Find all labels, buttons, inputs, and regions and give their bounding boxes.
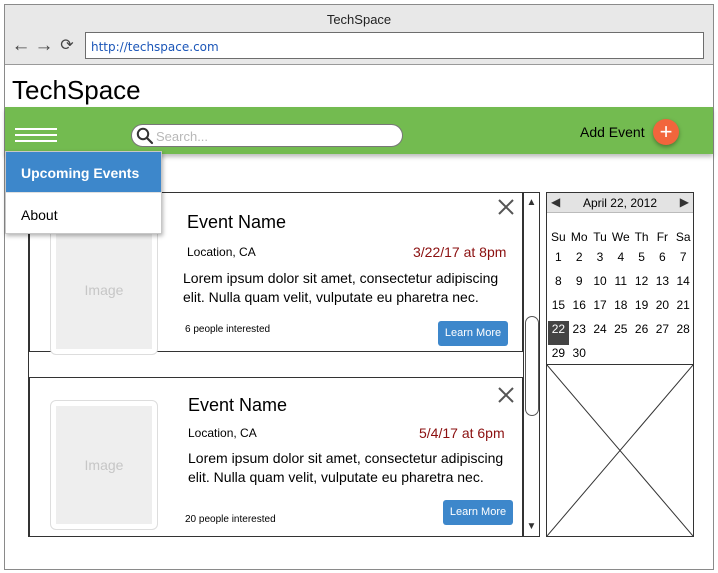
event-location: Location, CA: [188, 426, 257, 440]
calendar-title: April 22, 2012: [582, 196, 658, 210]
calendar-day[interactable]: 3: [590, 249, 611, 273]
calendar-day[interactable]: 25: [610, 321, 631, 345]
interested-count: 20 people interested: [185, 514, 276, 525]
event-date: 5/4/17 at 6pm: [419, 425, 505, 441]
calendar-day[interactable]: 11: [610, 273, 631, 297]
calendar-day[interactable]: 20: [652, 297, 673, 321]
event-description: Lorem ipsum dolor sit amet, consectetur …: [183, 270, 499, 305]
browser-window: TechSpace ← → ⟳ http://techspace.com Tec…: [4, 4, 714, 570]
event-image-label: Image: [56, 231, 152, 349]
learn-more-button[interactable]: Learn More: [443, 500, 513, 525]
calendar-day[interactable]: 24: [590, 321, 611, 345]
event-image-placeholder: Image: [50, 225, 158, 355]
search-icon: [136, 127, 154, 145]
calendar-day[interactable]: 26: [631, 321, 652, 345]
calendar-day[interactable]: 9: [569, 273, 590, 297]
calendar-day[interactable]: 5: [631, 249, 652, 273]
event-card: Image Event Name Location, CA 5/4/17 at …: [29, 377, 523, 536]
weekday-label: Th: [634, 230, 649, 244]
calendar-day[interactable]: 16: [569, 297, 590, 321]
calendar-day[interactable]: 12: [631, 273, 652, 297]
close-icon[interactable]: [497, 386, 515, 404]
add-event-button[interactable]: +: [653, 119, 679, 145]
side-menu: Upcoming Events About: [5, 151, 162, 234]
calendar-day[interactable]: 6: [652, 249, 673, 273]
calendar-week: 1234567: [548, 249, 694, 273]
menu-item-upcoming-events[interactable]: Upcoming Events: [6, 152, 161, 192]
calendar-day[interactable]: 18: [610, 297, 631, 321]
calendar-day[interactable]: 21: [673, 297, 694, 321]
calendar-weekdays: Su Mo Tu We Th Fr Sa: [548, 229, 694, 245]
weekday-label: Su: [551, 230, 566, 244]
calendar-grid: 1 2 3 4 5 6 7 8 9 10 11 12 13 14 15 16 17 18 19 20 21 22 23 24 2…: [548, 249, 694, 369]
calendar-week: 22 23 24 25 26 27 28: [548, 321, 694, 345]
calendar-day[interactable]: 22: [548, 321, 569, 345]
add-event-label[interactable]: Add Event: [580, 124, 645, 140]
event-image-label: Image: [56, 406, 152, 524]
calendar-day[interactable]: 14: [673, 273, 694, 297]
calendar-day[interactable]: 23: [569, 321, 590, 345]
placeholder-cross-icon: [546, 364, 694, 537]
scroll-thumb[interactable]: [525, 316, 539, 416]
search-box[interactable]: [131, 124, 403, 147]
back-arrow-icon[interactable]: ←: [11, 36, 31, 56]
event-date: 3/22/17 at 8pm: [413, 244, 507, 260]
scroll-down-icon[interactable]: ▼: [524, 519, 539, 534]
calendar-day[interactable]: 4: [610, 249, 631, 273]
event-description: Lorem ipsum dolor sit amet, consectetur …: [188, 450, 504, 485]
weekday-label: Mo: [570, 230, 588, 244]
calendar-day[interactable]: 2: [569, 249, 590, 273]
forward-arrow-icon[interactable]: →: [34, 36, 54, 56]
calendar: ◀ April 22, 2012 ▶ Su Mo Tu We Th Fr Sa 123456…: [546, 192, 694, 366]
browser-chrome: TechSpace ← → ⟳ http://techspace.com: [5, 5, 713, 65]
weekday-label: Fr: [656, 230, 669, 244]
search-input[interactable]: [156, 128, 396, 144]
calendar-header: ◀ April 22, 2012 ▶: [547, 193, 693, 213]
interested-count: 6 people interested: [185, 324, 271, 335]
calendar-day[interactable]: 19: [631, 297, 652, 321]
hamburger-menu-icon[interactable]: [15, 128, 57, 142]
address-bar[interactable]: http://techspace.com: [85, 32, 704, 59]
reload-icon[interactable]: ⟳: [57, 36, 77, 56]
next-month-icon[interactable]: ▶: [680, 195, 689, 209]
event-name: Event Name: [188, 395, 288, 415]
navbar: Add Event +: [5, 107, 713, 154]
menu-item-about[interactable]: About: [6, 192, 161, 233]
calendar-day[interactable]: 10: [590, 273, 611, 297]
calendar-day[interactable]: 13: [652, 273, 673, 297]
weekday-label: Sa: [675, 230, 691, 244]
calendar-day[interactable]: 17: [590, 297, 611, 321]
scroll-up-icon[interactable]: ▲: [524, 195, 539, 210]
calendar-day[interactable]: 1: [548, 249, 569, 273]
scrollbar[interactable]: ▲ ▼: [523, 193, 539, 536]
calendar-day[interactable]: 15: [548, 297, 569, 321]
calendar-week: 8 9 10 11 12 13 14: [548, 273, 694, 297]
calendar-day[interactable]: 28: [673, 321, 694, 345]
learn-more-button[interactable]: Learn More: [438, 321, 508, 346]
site-title: TechSpace: [12, 75, 141, 105]
calendar-day[interactable]: 7: [673, 249, 694, 273]
window-title: TechSpace: [326, 12, 392, 27]
calendar-day[interactable]: 27: [652, 321, 673, 345]
event-name: Event Name: [187, 212, 287, 232]
weekday-label: We: [611, 230, 630, 244]
event-location: Location, CA: [187, 245, 256, 259]
event-image-placeholder: Image: [50, 400, 158, 530]
calendar-week: 15 16 17 18 19 20 21: [548, 297, 694, 321]
calendar-day[interactable]: 8: [548, 273, 569, 297]
weekday-label: Tu: [593, 230, 607, 244]
event-list: Image Event Name Location, CA 3/22/17 at…: [28, 192, 540, 537]
close-icon[interactable]: [497, 198, 515, 216]
image-placeholder-box: [546, 364, 694, 537]
